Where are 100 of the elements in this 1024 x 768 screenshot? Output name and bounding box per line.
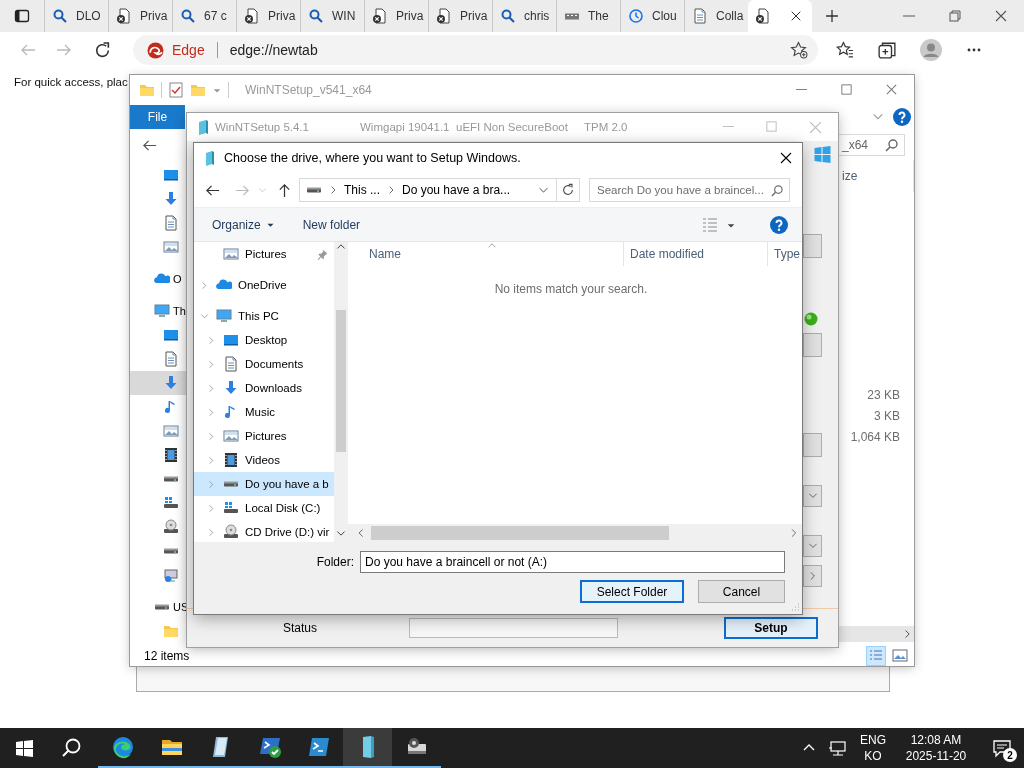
network-icon[interactable] [828,739,846,757]
collections-icon[interactable] [878,41,896,59]
document-icon [692,8,708,24]
dialog-button[interactable]: Cancel [698,580,785,603]
file-size: 23 KB [867,387,900,404]
clock[interactable]: 12:08 AM 2025-11-20 [900,732,972,764]
scroll-right-icon[interactable] [789,528,798,538]
tree-item[interactable]: CD Drive (D:) vir [194,520,334,542]
dropdown[interactable] [803,535,822,557]
window-title: WinNTSetup_v541_x64 [245,82,372,97]
tree-item[interactable]: Pictures [194,242,334,266]
dialog-button[interactable]: Select Folder [580,580,684,603]
close-icon[interactable] [994,9,1008,23]
help-icon[interactable] [893,108,911,126]
close-icon[interactable] [790,10,802,22]
column-header[interactable]: Name [348,242,624,266]
help-icon[interactable] [770,215,788,234]
tree-item[interactable]: Music [194,400,334,424]
button[interactable] [803,234,822,258]
toolbar-button[interactable]: New folder [302,217,361,232]
button[interactable] [803,333,822,357]
button[interactable] [803,433,822,457]
folder-field[interactable]: Do you have a braincell or not (A:) [360,551,785,573]
search-icon [884,138,898,152]
tree-item[interactable]: Desktop [194,328,334,352]
dropdown[interactable] [803,485,822,507]
breadcrumb-bar[interactable]: This ... Do you have a bra... [299,178,580,202]
toolbar-button[interactable]: Organize [212,217,275,232]
chevron-icon [387,185,395,195]
monitor-icon [163,327,179,343]
windows-logo-icon [15,739,33,757]
tree-item[interactable]: This PC [194,304,334,328]
tree-item[interactable]: Do you have a b [194,472,334,496]
tree-item[interactable]: Local Disk (C:) [194,496,334,520]
forward-arrow-icon[interactable] [56,42,72,58]
logo-icon [564,12,580,20]
avatar-icon[interactable] [920,39,942,61]
download-icon [163,375,179,391]
document-icon [223,356,239,372]
breadcrumb-item[interactable]: Do you have a bra... [402,183,511,197]
scroll-down-icon[interactable] [336,528,346,538]
horizontal-scrollbar[interactable] [838,626,914,642]
scroll-right-icon[interactable] [902,629,912,639]
search-icon [770,183,783,197]
app-icon [196,119,210,135]
plus-icon[interactable] [825,9,839,23]
language-indicator[interactable]: ENG KO [860,732,886,764]
drive-icon [223,481,239,487]
tree-item[interactable]: Downloads [194,376,334,400]
tab-actions-icon[interactable] [14,8,30,24]
drive-icon [163,476,179,482]
app-icon [204,150,216,166]
details-view-icon[interactable] [866,645,886,666]
search-icon [180,8,196,24]
file-tab[interactable]: File [130,105,185,129]
refresh-icon[interactable] [561,183,575,197]
checklist-icon[interactable] [168,81,184,98]
monitor-icon [163,167,179,183]
film-icon [163,447,179,463]
tree-item[interactable]: Documents [194,352,334,376]
download-icon [163,191,179,207]
status-text: 12 items [144,648,190,663]
monitor-icon [223,332,239,348]
scroll-left-icon[interactable] [356,528,365,538]
favorites-icon[interactable] [836,41,854,59]
page-icon [755,8,771,24]
search-field[interactable]: Search Do you have a braincel... [589,178,790,202]
close-icon[interactable] [779,151,793,165]
nav-item[interactable]: O [130,267,187,291]
favorite-add-icon[interactable] [790,41,808,59]
search-icon [62,738,82,758]
download-icon [223,380,239,396]
refresh-icon[interactable] [94,41,111,59]
button[interactable] [803,565,822,587]
swirl-logo-icon [147,41,164,59]
horizontal-scrollbar[interactable] [348,524,802,542]
nav-item[interactable]: Th [130,299,187,323]
page-icon [244,8,260,24]
status-light-icon [804,312,818,326]
column-header[interactable]: Type [768,242,800,266]
vertical-scrollbar[interactable] [334,242,348,542]
restore-icon[interactable] [948,9,962,23]
resize-grip-icon[interactable] [789,601,800,612]
computer-icon [216,308,232,324]
column-header[interactable]: Date modified [624,242,768,266]
up-arrow-icon[interactable] [277,182,292,198]
taskbar-app[interactable] [343,728,392,768]
tree-item[interactable]: OneDrive [194,273,334,297]
tree-item[interactable]: Pictures [194,424,334,448]
notification-icon[interactable] [992,738,1012,758]
search-icon [308,8,324,24]
setup-button[interactable]: Setup [724,617,818,639]
drive-icon [163,548,179,554]
maximize-icon[interactable] [840,83,853,96]
tree-item[interactable]: Videos [194,448,334,472]
browser-tab[interactable] [748,0,812,32]
address-bar[interactable]: Edge edge://newtab [133,35,818,65]
breadcrumb-item[interactable]: This ... [344,183,380,197]
drive-icon [306,187,322,193]
terminal-check-icon [257,735,282,759]
